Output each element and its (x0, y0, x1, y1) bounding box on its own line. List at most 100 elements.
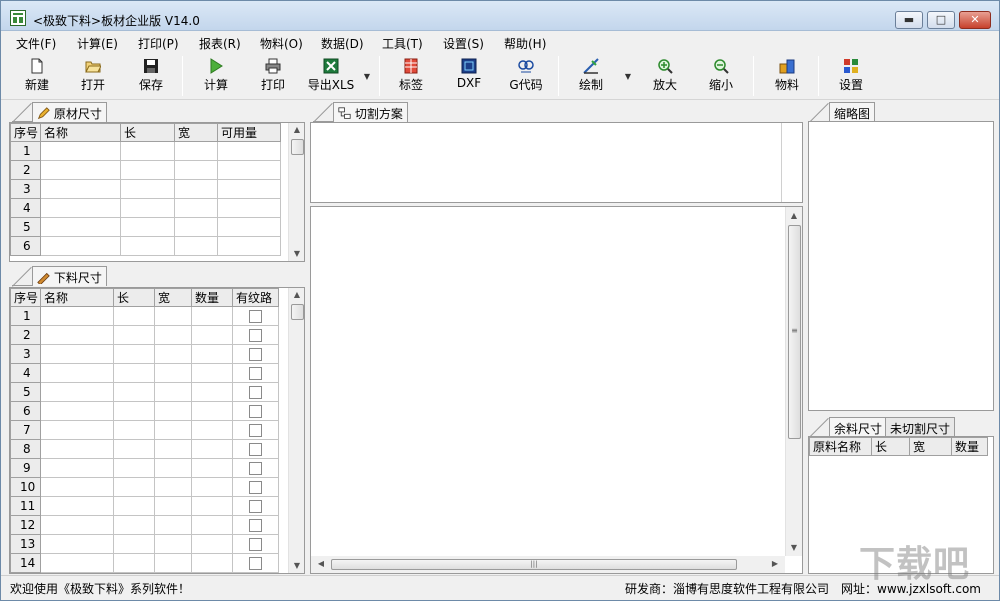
table-cell[interactable] (113, 420, 155, 440)
table-cell[interactable] (191, 401, 233, 421)
table-row[interactable]: 1 (10, 306, 279, 326)
table-cell[interactable] (40, 325, 114, 345)
table-cell[interactable] (217, 217, 281, 237)
table-row[interactable]: 2 (10, 160, 281, 180)
column-header[interactable]: 数量 (191, 288, 233, 307)
table-cell[interactable] (191, 344, 233, 364)
table-cell[interactable] (191, 496, 233, 516)
maximize-button[interactable]: □ (927, 11, 955, 29)
table-cell[interactable] (217, 160, 281, 180)
table-cell[interactable] (40, 401, 114, 421)
grain-checkbox[interactable] (249, 386, 262, 399)
column-header[interactable]: 长 (871, 437, 910, 456)
new-button[interactable]: 新建 (9, 58, 65, 96)
column-header[interactable]: 可用量 (217, 123, 281, 142)
table-cell[interactable] (217, 236, 281, 256)
table-cell[interactable] (154, 363, 192, 383)
grain-checkbox[interactable] (249, 329, 262, 342)
grain-checkbox[interactable] (249, 367, 262, 380)
print-button[interactable]: 打印 (245, 58, 301, 96)
table-cell[interactable] (120, 179, 175, 199)
table-cell[interactable] (40, 217, 121, 237)
table-cell[interactable] (191, 477, 233, 497)
menu-print[interactable]: 打印(P) (138, 35, 179, 52)
table-cell[interactable] (40, 534, 114, 554)
menu-settings[interactable]: 设置(S) (443, 35, 484, 52)
table-cell[interactable] (40, 363, 114, 383)
table-cell[interactable] (174, 198, 218, 218)
table-cell[interactable] (113, 496, 155, 516)
column-header[interactable]: 宽 (154, 288, 192, 307)
table-cell[interactable] (174, 217, 218, 237)
table-cell[interactable] (113, 553, 155, 573)
table-row[interactable]: 13 (10, 534, 279, 554)
menu-data[interactable]: 数据(D) (321, 35, 364, 52)
column-header[interactable]: 有纹路 (232, 288, 279, 307)
grain-checkbox[interactable] (249, 519, 262, 532)
table-cell[interactable] (217, 179, 281, 199)
table-row[interactable]: 6 (10, 236, 281, 256)
table-row[interactable]: 11 (10, 496, 279, 516)
column-header[interactable]: 原料名称 (809, 437, 872, 456)
table-cell[interactable] (40, 344, 114, 364)
table-cell[interactable] (191, 420, 233, 440)
table-cell[interactable] (154, 306, 192, 326)
scroll-thumb[interactable]: ≡ (788, 225, 801, 439)
table-cell[interactable] (113, 306, 155, 326)
table-row[interactable]: 4 (10, 363, 279, 383)
thumbnail-view[interactable] (808, 121, 994, 411)
scroll-thumb[interactable]: ||| (331, 559, 737, 570)
column-header[interactable]: 宽 (174, 123, 218, 142)
table-cell[interactable] (40, 420, 114, 440)
scroll-thumb[interactable] (291, 304, 304, 320)
table-cell[interactable] (120, 141, 175, 161)
menu-tools[interactable]: 工具(T) (382, 35, 423, 52)
table-cell[interactable] (113, 515, 155, 535)
table-row[interactable]: 5 (10, 382, 279, 402)
column-header[interactable]: 序号 (10, 123, 41, 142)
scroll-up-arrow[interactable]: ▲ (289, 123, 304, 137)
grain-checkbox[interactable] (249, 405, 262, 418)
table-cell[interactable] (191, 515, 233, 535)
table-cell[interactable] (191, 306, 233, 326)
grain-checkbox[interactable] (249, 424, 262, 437)
table-cell[interactable] (113, 477, 155, 497)
table-cell[interactable] (154, 458, 192, 478)
column-header[interactable]: 名称 (40, 123, 121, 142)
settings-button[interactable]: 设置 (823, 58, 879, 96)
table-cell[interactable] (191, 553, 233, 573)
table-cell[interactable] (40, 198, 121, 218)
table-cell[interactable] (113, 325, 155, 345)
grain-checkbox[interactable] (249, 500, 262, 513)
table-cell[interactable] (120, 198, 175, 218)
dxf-button[interactable]: DXF (441, 58, 497, 96)
open-button[interactable]: 打开 (65, 58, 121, 96)
save-button[interactable]: 保存 (123, 58, 179, 96)
table-cell[interactable] (40, 382, 114, 402)
table-row[interactable]: 3 (10, 179, 281, 199)
tab-uncut-size[interactable]: 未切割尺寸 (885, 417, 956, 437)
canvas-horizontal-scrollbar[interactable]: ◀ ||| ▶ (311, 556, 785, 573)
table-cell[interactable] (40, 236, 121, 256)
menu-report[interactable]: 报表(R) (199, 35, 241, 52)
table-row[interactable]: 2 (10, 325, 279, 345)
zoom-out-button[interactable]: 缩小 (693, 58, 749, 96)
grain-checkbox[interactable] (249, 462, 262, 475)
tab-remainder-size[interactable]: 余料尺寸 (829, 417, 888, 437)
table-cell[interactable] (191, 458, 233, 478)
table-cell[interactable] (154, 401, 192, 421)
grain-checkbox[interactable] (249, 348, 262, 361)
table-row[interactable]: 12 (10, 515, 279, 535)
grain-checkbox[interactable] (249, 557, 262, 570)
table-cell[interactable] (40, 553, 114, 573)
table-cell[interactable] (113, 363, 155, 383)
cut-size-grid[interactable]: 序号 名称 长 宽 数量 有纹路 1 2 3 4 5 6 7 8 9 10 11… (9, 287, 305, 574)
scroll-right-arrow[interactable]: ▶ (767, 556, 783, 572)
material-button[interactable]: 物料 (759, 58, 815, 96)
table-cell[interactable] (154, 534, 192, 554)
table-cell[interactable] (113, 382, 155, 402)
table-cell[interactable] (113, 458, 155, 478)
export-xls-button[interactable]: 导出XLS (303, 58, 359, 96)
column-header[interactable]: 数量 (951, 437, 988, 456)
table-row[interactable]: 7 (10, 420, 279, 440)
